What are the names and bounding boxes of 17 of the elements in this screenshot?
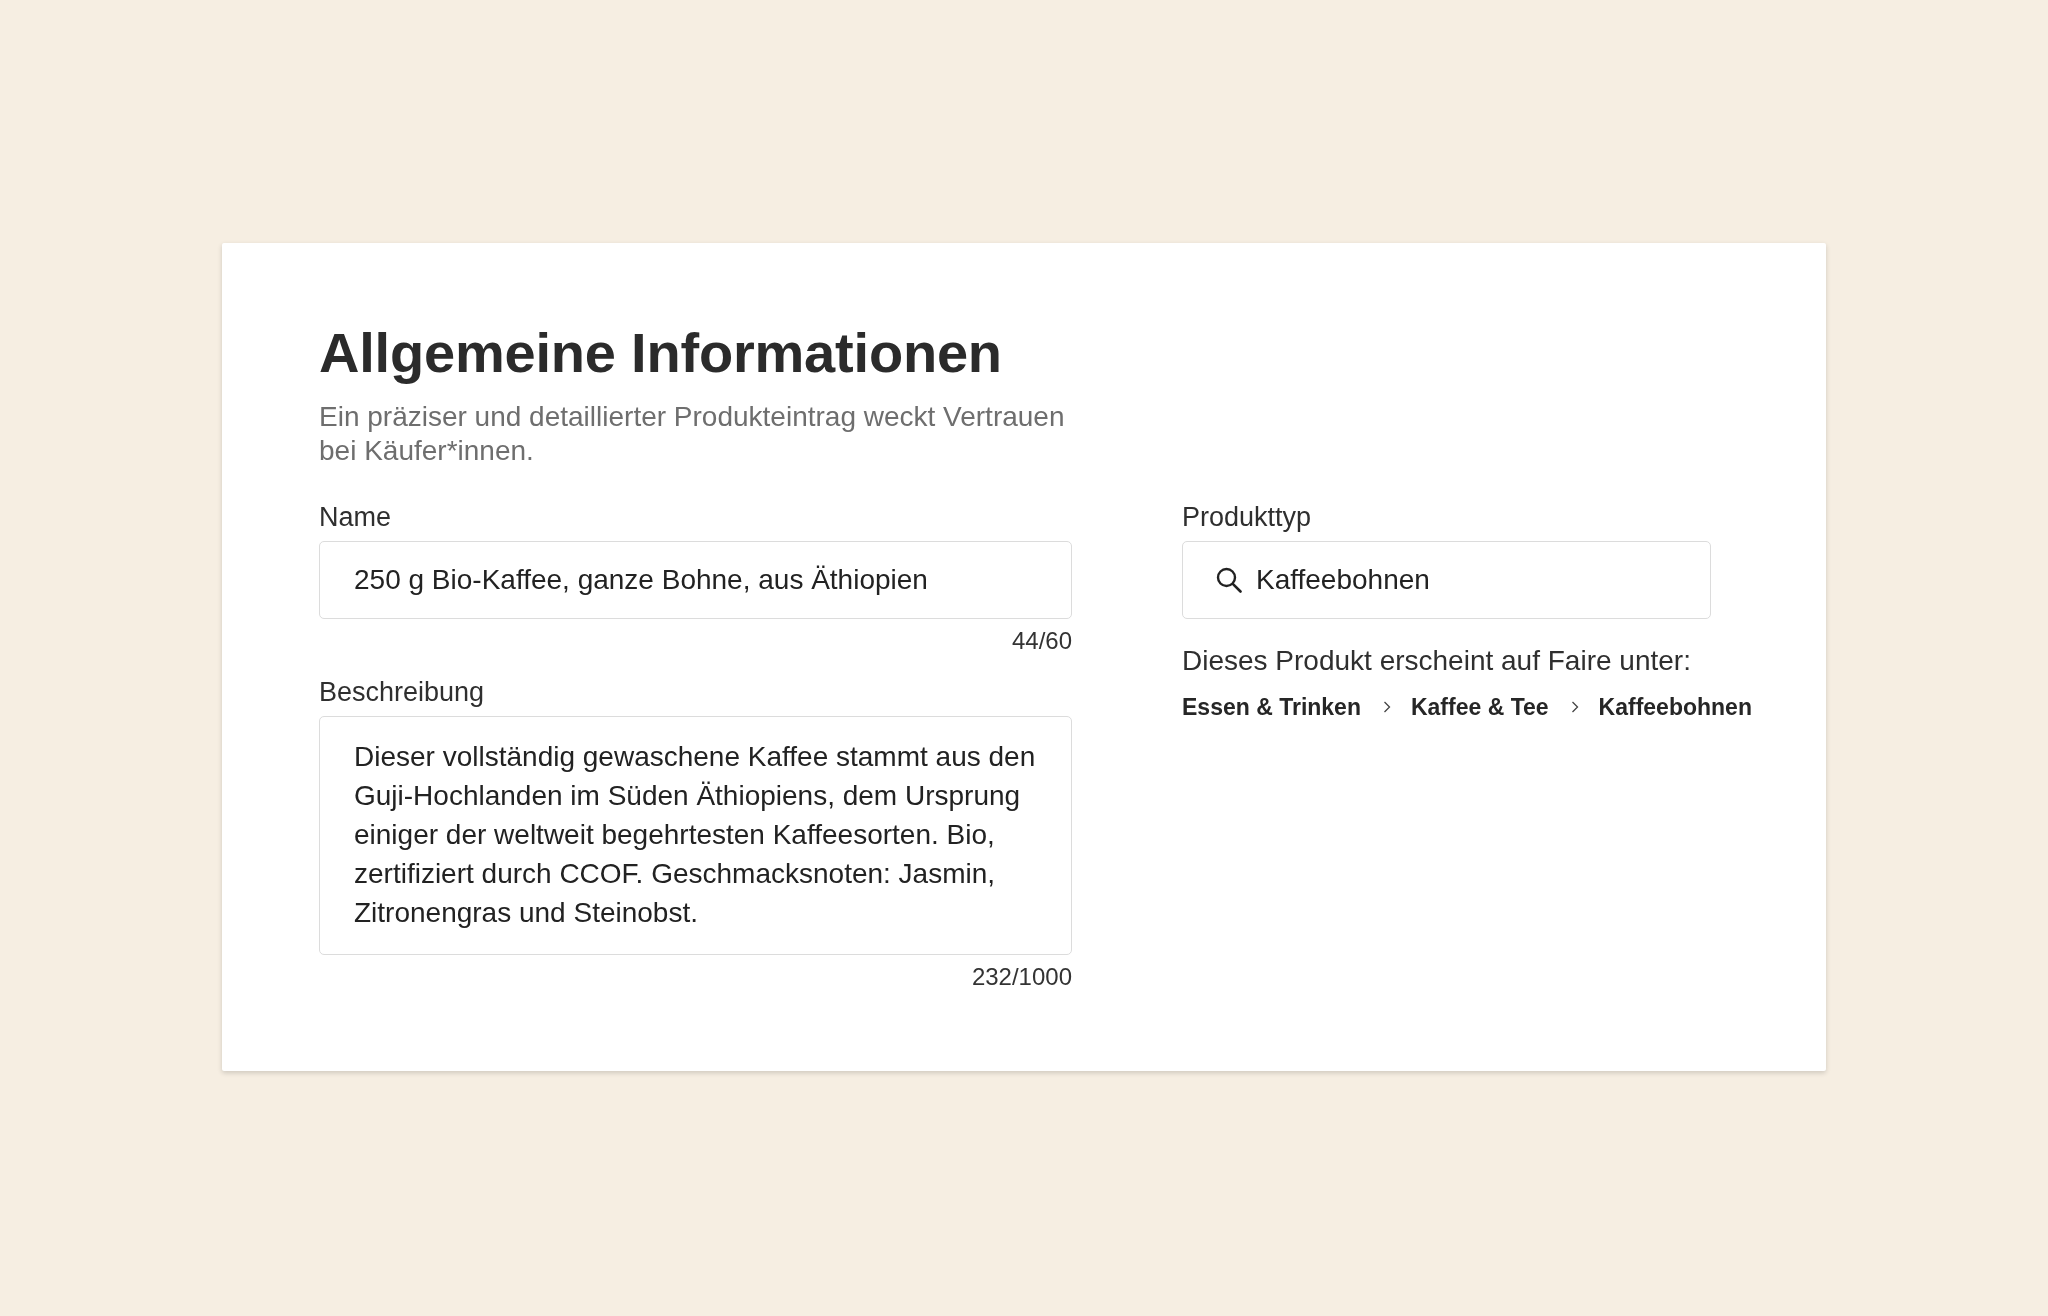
character-counter: 232/1000: [971, 963, 1072, 991]
field-label: Produkttyp: [1182, 501, 1312, 534]
category-note: Dieses Produkt erscheint auf Faire unter:: [1182, 644, 1691, 678]
category-breadcrumb: Kaffee & Tee: [1410, 693, 1549, 722]
field-label: Name: [319, 501, 392, 534]
character-counter: 44/60: [1011, 627, 1072, 655]
name-input[interactable]: 250 g Bio-Kaffee, ganze Bohne, aus Äthiopien: [319, 541, 1072, 619]
field-label: Beschreibung: [319, 676, 485, 709]
chevron-right-icon: [1570, 701, 1579, 713]
chevron-right-icon: [1382, 701, 1391, 713]
section-description: Ein präziser und detaillierter Produkteintrag weckt Vertrauen bei Käufer*innen.: [319, 400, 1066, 468]
product-type-search-field[interactable]: Kaffeebohnen: [1182, 541, 1711, 619]
search-icon: [1216, 567, 1242, 593]
section-title: Allgemeine Informationen: [319, 321, 1002, 385]
category-breadcrumb: Essen & Trinken: [1182, 693, 1361, 722]
category-breadcrumb: Kaffeebohnen: [1598, 693, 1752, 722]
description-textarea[interactable]: Dieser vollständig gewaschene Kaffee stammt aus den Guji-Hochlanden im Süden Äthiopiens, dem Ursprung einiger der weltweit begehrtesten Kaffeesorten. Bio, zertifiziert durch CCOF. Geschmacksnoten: Jasmin, Zitronengras und Steinobst.: [319, 716, 1072, 955]
